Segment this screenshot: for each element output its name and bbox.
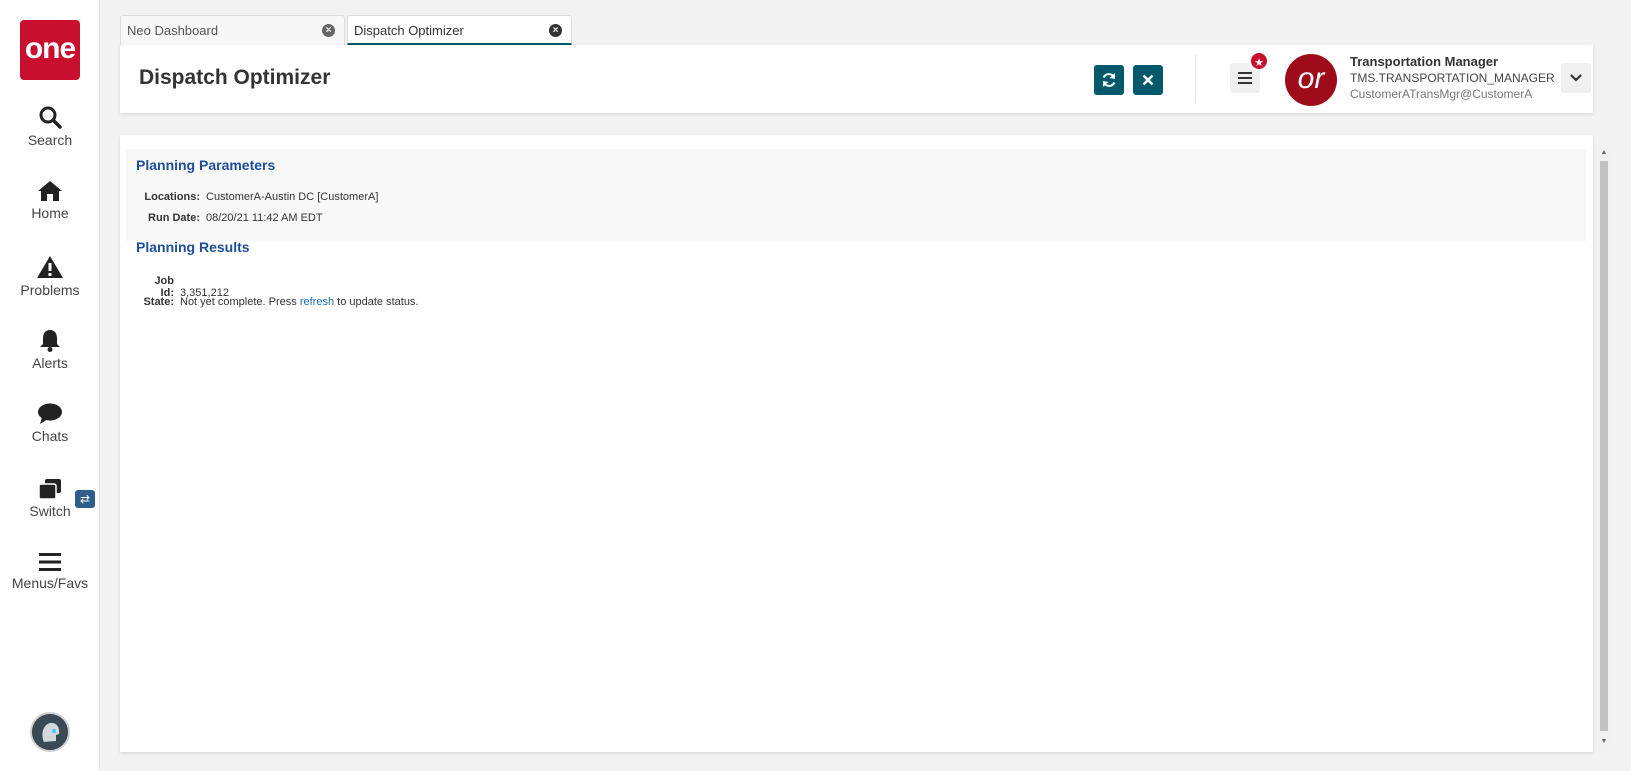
menu-icon: [39, 553, 61, 571]
warning-icon: [37, 256, 63, 278]
sidebar-item-home[interactable]: Home: [0, 180, 100, 221]
page-header: Dispatch Optimizer ★ or Transportation M…: [120, 45, 1593, 113]
user-menu-dropdown[interactable]: [1561, 63, 1591, 93]
sidebar-item-label: Search: [27, 132, 73, 148]
state-label: State:: [143, 296, 174, 308]
scroll-thumb[interactable]: [1600, 161, 1608, 731]
page-title: Dispatch Optimizer: [139, 66, 331, 89]
chat-icon: [38, 403, 62, 424]
locations-label: Locations:: [144, 191, 200, 203]
close-page-button[interactable]: [1133, 65, 1163, 95]
scroll-up-icon[interactable]: ▲: [1599, 149, 1609, 159]
home-icon: [38, 181, 62, 201]
state-suffix: to update status.: [337, 296, 419, 308]
sidebar-item-problems[interactable]: Problems: [0, 255, 100, 298]
sidebar: one Search Home Problems Alerts Chats Sw…: [0, 0, 100, 771]
menu-icon: [1238, 72, 1252, 84]
app-logo[interactable]: one: [20, 20, 80, 80]
search-icon: [39, 106, 62, 129]
sidebar-item-label: Menus/Favs: [11, 575, 89, 591]
user-name: Transportation Manager: [1350, 54, 1499, 69]
sidebar-item-alerts[interactable]: Alerts: [0, 328, 100, 371]
sidebar-item-label: Chats: [31, 428, 69, 444]
chevron-down-icon: [1570, 74, 1582, 82]
sidebar-item-label: Switch: [29, 503, 71, 519]
sidebar-item-label: Alerts: [32, 355, 68, 371]
close-icon[interactable]: ×: [549, 24, 562, 37]
state-prefix: Not yet complete. Press: [180, 296, 297, 308]
close-icon: [1142, 74, 1154, 86]
switch-badge-icon[interactable]: ⇄: [75, 490, 95, 508]
sidebar-item-menus-favs[interactable]: Menus/Favs: [0, 552, 100, 591]
user-email: CustomerATransMgr@CustomerA: [1350, 87, 1533, 101]
refresh-link[interactable]: refresh: [300, 296, 334, 308]
run-date-value: 08/20/21 11:42 AM EDT: [206, 212, 323, 224]
sidebar-item-search[interactable]: Search: [0, 105, 100, 148]
refresh-button[interactable]: [1094, 65, 1124, 95]
sidebar-item-label: Home: [31, 205, 69, 221]
planning-results-title: Planning Results: [136, 239, 250, 255]
bell-icon: [40, 330, 60, 352]
sidebar-item-chats[interactable]: Chats: [0, 403, 100, 444]
switch-icon: [38, 479, 61, 500]
robot-head-icon: [32, 714, 68, 750]
scroll-down-icon[interactable]: ▼: [1599, 738, 1609, 748]
main-panel: Planning Parameters Locations: CustomerA-…: [120, 135, 1593, 752]
locations-value: CustomerA-Austin DC [CustomerA]: [206, 191, 379, 203]
state-row: State: Not yet complete. Press refresh to…: [140, 296, 419, 308]
tab-neo-dashboard[interactable]: Neo Dashboard ×: [120, 15, 345, 45]
tab-bar: Neo Dashboard × Dispatch Optimizer ×: [120, 15, 574, 45]
header-divider: [1195, 55, 1196, 103]
locations-row: Locations: CustomerA-Austin DC [CustomerA…: [142, 191, 378, 203]
planning-parameters-section: Planning Parameters Locations: CustomerA-…: [126, 149, 1586, 241]
planning-parameters-title: Planning Parameters: [136, 157, 276, 173]
user-role: TMS.TRANSPORTATION_MANAGER: [1350, 71, 1555, 85]
assistant-avatar[interactable]: [30, 712, 70, 752]
run-date-row: Run Date: 08/20/21 11:42 AM EDT: [142, 212, 323, 224]
run-date-label: Run Date:: [148, 212, 200, 224]
tab-label: Neo Dashboard: [127, 23, 219, 38]
vertical-scrollbar[interactable]: ▲ ▼: [1598, 147, 1610, 750]
refresh-icon: [1102, 73, 1116, 87]
close-icon[interactable]: ×: [322, 24, 335, 37]
sidebar-item-label: Problems: [20, 282, 80, 298]
tab-label: Dispatch Optimizer: [354, 23, 464, 38]
tab-dispatch-optimizer[interactable]: Dispatch Optimizer ×: [347, 15, 572, 45]
user-avatar[interactable]: or: [1285, 54, 1337, 106]
star-icon[interactable]: ★: [1249, 51, 1269, 71]
